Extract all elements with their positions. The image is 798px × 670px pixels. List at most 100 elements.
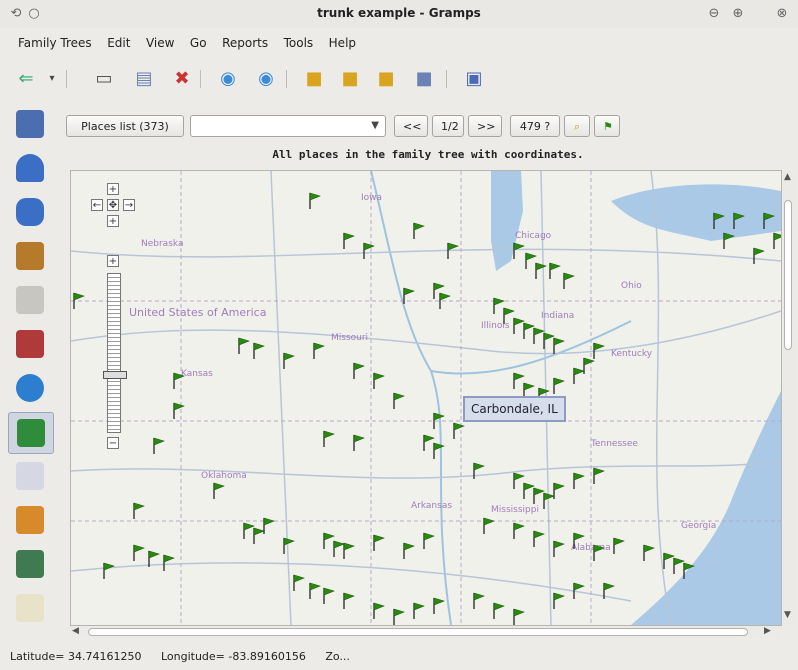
place-marker-icon[interactable] (371, 601, 385, 619)
place-marker-icon[interactable] (431, 441, 445, 459)
place-marker-icon[interactable] (551, 591, 565, 609)
place-marker-icon[interactable] (151, 436, 165, 454)
all-places-icon[interactable]: ■ (300, 64, 328, 92)
scroll-up-icon[interactable]: ▲ (784, 172, 791, 182)
place-marker-icon[interactable] (751, 246, 765, 264)
place-marker-icon[interactable] (261, 516, 275, 534)
place-marker-icon[interactable] (591, 466, 605, 484)
place-marker-icon[interactable] (641, 543, 655, 561)
place-marker-icon[interactable] (421, 531, 435, 549)
maximize-icon[interactable]: ⊕ (730, 6, 746, 22)
place-marker-icon[interactable] (591, 543, 605, 561)
place-marker-icon[interactable] (533, 261, 547, 279)
place-marker-icon[interactable] (611, 536, 625, 554)
place-marker-icon[interactable] (361, 241, 375, 259)
place-marker-icon[interactable] (601, 581, 615, 599)
horizontal-scroll-thumb[interactable] (88, 628, 748, 636)
minimize-icon[interactable]: ⊖ (706, 6, 722, 22)
place-marker-icon[interactable] (551, 539, 565, 557)
back-icon[interactable]: ⇐ (12, 64, 40, 92)
place-marker-icon[interactable] (451, 421, 465, 439)
map-horizontal-scrollbar[interactable]: ◀ ▶ (70, 626, 780, 638)
place-marker-icon[interactable] (547, 261, 561, 279)
add-icon[interactable]: ▤ (130, 64, 158, 92)
zoom-in-button[interactable]: + (107, 255, 119, 267)
place-marker-icon[interactable] (171, 371, 185, 389)
sidebar-repositories[interactable] (8, 500, 52, 540)
scroll-down-icon[interactable]: ▼ (784, 610, 791, 620)
place-marker-icon[interactable] (771, 231, 782, 249)
zoom-slider[interactable] (107, 273, 121, 433)
place-marker-icon[interactable] (341, 541, 355, 559)
sidebar-relationships[interactable] (8, 192, 52, 232)
place-marker-icon[interactable] (481, 516, 495, 534)
sidebar-media[interactable] (8, 544, 52, 584)
menu-tools[interactable]: Tools (284, 36, 314, 50)
sidebar-pedigree[interactable] (8, 280, 52, 320)
place-marker-icon[interactable] (761, 211, 775, 229)
place-marker-icon[interactable] (411, 601, 425, 619)
place-marker-icon[interactable] (307, 191, 321, 209)
sidebar-sources[interactable] (8, 456, 52, 496)
menu-reports[interactable]: Reports (222, 36, 268, 50)
previous-page-button[interactable]: << (394, 115, 428, 137)
scroll-left-icon[interactable]: ◀ (72, 626, 79, 636)
scroll-right-icon[interactable]: ▶ (764, 626, 771, 636)
pan-right-button[interactable]: → (123, 199, 135, 211)
zoom-fit-icon[interactable]: ⌕ (564, 115, 590, 137)
place-marker-icon[interactable] (401, 286, 415, 304)
menu-edit[interactable]: Edit (107, 36, 130, 50)
place-marker-icon[interactable] (211, 481, 225, 499)
place-marker-icon[interactable] (71, 291, 85, 309)
place-marker-icon[interactable] (437, 291, 451, 309)
pan-down-button[interactable]: + (107, 215, 119, 227)
place-marker-icon[interactable] (391, 607, 405, 625)
place-marker-icon[interactable] (431, 596, 445, 614)
map-settings-icon[interactable]: ◉ (214, 64, 242, 92)
map-vertical-scrollbar[interactable]: ▲ ▼ (782, 170, 794, 624)
place-marker-icon[interactable] (591, 341, 605, 359)
event-map-icon[interactable]: ■ (410, 64, 438, 92)
place-marker-icon[interactable] (571, 471, 585, 489)
place-marker-icon[interactable] (281, 536, 295, 554)
sidebar-dashboard[interactable] (8, 104, 52, 144)
place-marker-icon[interactable] (321, 429, 335, 447)
place-marker-icon[interactable] (146, 549, 160, 567)
add-marker-icon[interactable]: ⚑ (594, 115, 620, 137)
place-marker-icon[interactable] (411, 221, 425, 239)
map-canvas[interactable]: United States of America Chicago Missour… (70, 170, 782, 626)
map-services-icon[interactable]: ◉ (252, 64, 280, 92)
place-marker-icon[interactable] (161, 553, 175, 571)
sidebar-notes[interactable] (8, 588, 52, 628)
place-marker-icon[interactable] (551, 481, 565, 499)
place-marker-icon[interactable] (445, 241, 459, 259)
place-marker-icon[interactable] (731, 211, 745, 229)
zoom-slider-handle[interactable] (103, 371, 127, 379)
pan-left-button[interactable]: ← (91, 199, 103, 211)
place-marker-icon[interactable] (131, 501, 145, 519)
zoom-out-button[interactable]: − (107, 437, 119, 449)
remove-icon[interactable]: ✖ (168, 64, 196, 92)
pan-up-button[interactable]: + (107, 183, 119, 195)
place-marker-icon[interactable] (471, 591, 485, 609)
place-marker-icon[interactable] (351, 361, 365, 379)
sidebar-people[interactable] (8, 148, 52, 188)
place-marker-icon[interactable] (531, 529, 545, 547)
place-marker-icon[interactable] (371, 533, 385, 551)
place-marker-icon[interactable] (321, 586, 335, 604)
sidebar-geography[interactable] (8, 412, 54, 454)
place-count-button[interactable]: 479 ? (510, 115, 560, 137)
place-filter-combo[interactable]: ▼ (190, 115, 386, 137)
menu-view[interactable]: View (146, 36, 174, 50)
copy-icon[interactable]: ▭ (90, 64, 118, 92)
places-list-button[interactable]: Places list (373) (66, 115, 184, 137)
place-marker-icon[interactable] (307, 581, 321, 599)
menu-family-trees[interactable]: Family Trees (18, 36, 92, 50)
place-marker-icon[interactable] (551, 336, 565, 354)
sidebar-events[interactable] (8, 324, 52, 364)
menu-go[interactable]: Go (190, 36, 207, 50)
place-marker-icon[interactable] (341, 591, 355, 609)
configure-view-icon[interactable]: ▣ (460, 64, 488, 92)
place-marker-icon[interactable] (341, 231, 355, 249)
pan-center-icon[interactable]: ✥ (107, 199, 119, 211)
